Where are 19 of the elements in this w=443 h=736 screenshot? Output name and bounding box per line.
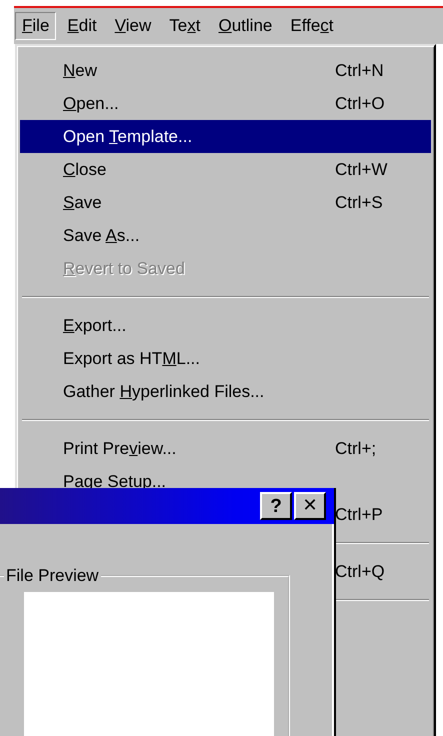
menu-item[interactable]: New Ctrl+N bbox=[20, 54, 431, 87]
menu-item[interactable]: Close Ctrl+W bbox=[20, 153, 431, 186]
menu-bar-item[interactable]: Outline bbox=[211, 12, 280, 40]
menu-item[interactable]: Export... bbox=[20, 309, 431, 342]
menu-item[interactable]: Save Ctrl+S bbox=[20, 186, 431, 219]
menu-item[interactable]: Open... Ctrl+O bbox=[20, 87, 431, 120]
menu-bar-item[interactable]: Edit bbox=[60, 12, 104, 40]
menu-bar-item[interactable]: File bbox=[15, 12, 56, 40]
menu-item[interactable]: Export as HTML... bbox=[20, 342, 431, 375]
menu-item[interactable]: Save As... bbox=[20, 219, 431, 252]
menu-item[interactable]: Open Template... bbox=[20, 120, 431, 153]
menu-bar-item[interactable]: Effect bbox=[283, 12, 341, 40]
help-button[interactable]: ? bbox=[260, 492, 292, 520]
menu-bar-item[interactable]: Text bbox=[162, 12, 208, 40]
menu-item[interactable]: Gather Hyperlinked Files... bbox=[20, 375, 431, 408]
group-label: File Preview bbox=[5, 566, 100, 586]
close-button[interactable]: ✕ bbox=[294, 492, 326, 520]
menu-bar-item[interactable]: View bbox=[108, 12, 158, 40]
menu-item[interactable]: Print Preview... Ctrl+; bbox=[20, 432, 431, 465]
